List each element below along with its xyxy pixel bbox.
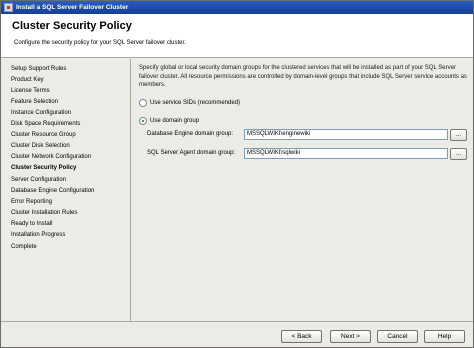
sidebar-item-license-terms[interactable]: License Terms bbox=[11, 88, 50, 94]
sidebar-item-cluster-network-configuration[interactable]: Cluster Network Configuration bbox=[11, 154, 91, 160]
db-engine-browse-button[interactable]: ... bbox=[450, 129, 467, 141]
sidebar-item-cluster-security-policy[interactable]: Cluster Security Policy bbox=[11, 165, 76, 171]
steps-sidebar: Setup Support Rules Product Key License … bbox=[1, 59, 129, 320]
sidebar-item-product-key[interactable]: Product Key bbox=[11, 77, 44, 83]
footer-bar: < Back Next > Cancel Help bbox=[1, 322, 473, 348]
domain-group-radio[interactable] bbox=[139, 117, 147, 125]
sidebar-item-cluster-resource-group[interactable]: Cluster Resource Group bbox=[11, 132, 76, 138]
next-button[interactable]: Next > bbox=[330, 330, 371, 343]
page-subtitle: Configure the security policy for your S… bbox=[14, 40, 186, 46]
option-service-sids[interactable]: Use service SIDs (recommended) bbox=[139, 99, 240, 107]
sidebar-item-cluster-disk-selection[interactable]: Cluster Disk Selection bbox=[11, 143, 70, 149]
sidebar-item-ready-to-install[interactable]: Ready to Install bbox=[11, 221, 52, 227]
sidebar-item-setup-support-rules[interactable]: Setup Support Rules bbox=[11, 66, 66, 72]
page-title: Cluster Security Policy bbox=[12, 20, 132, 32]
help-button[interactable]: Help bbox=[424, 330, 465, 343]
page-header: Cluster Security Policy Configure the se… bbox=[1, 14, 473, 58]
service-sids-label: Use service SIDs (recommended) bbox=[150, 100, 241, 106]
sidebar-item-installation-progress[interactable]: Installation Progress bbox=[11, 232, 65, 238]
option-domain-group[interactable]: Use domain group bbox=[139, 117, 199, 125]
domain-group-label: Use domain group bbox=[150, 118, 200, 124]
title-bar: Install a SQL Server Failover Cluster bbox=[1, 1, 473, 14]
service-sids-radio[interactable] bbox=[139, 99, 147, 107]
agent-group-label: SQL Server Agent domain group: bbox=[147, 150, 236, 156]
db-engine-group-label: Database Engine domain group: bbox=[147, 131, 234, 137]
main-content: Specify global or local security domain … bbox=[131, 59, 473, 321]
installer-window: Install a SQL Server Failover Cluster Cl… bbox=[0, 0, 474, 348]
sidebar-item-disk-space-requirements[interactable]: Disk Space Requirements bbox=[11, 121, 80, 127]
agent-group-field[interactable]: MSSQLWIKI\sqlwiki bbox=[244, 148, 448, 159]
back-button[interactable]: < Back bbox=[281, 330, 322, 343]
agent-browse-button[interactable]: ... bbox=[450, 148, 467, 160]
sidebar-item-error-reporting[interactable]: Error Reporting bbox=[11, 199, 52, 205]
db-engine-group-field[interactable]: MSSQLWIKI\enginewiki bbox=[244, 129, 448, 140]
policy-description: Specify global or local security domain … bbox=[139, 65, 467, 88]
sidebar-item-feature-selection[interactable]: Feature Selection bbox=[11, 99, 58, 105]
sidebar-item-server-configuration[interactable]: Server Configuration bbox=[11, 177, 66, 183]
sidebar-item-database-engine-configuration[interactable]: Database Engine Configuration bbox=[11, 188, 94, 194]
sidebar-item-complete[interactable]: Complete bbox=[11, 244, 37, 250]
window-title: Install a SQL Server Failover Cluster bbox=[16, 4, 129, 11]
sidebar-item-instance-configuration[interactable]: Instance Configuration bbox=[11, 110, 71, 116]
sidebar-item-cluster-installation-rules[interactable]: Cluster Installation Rules bbox=[11, 210, 77, 216]
setup-app-icon bbox=[4, 3, 13, 12]
cancel-button[interactable]: Cancel bbox=[377, 330, 418, 343]
